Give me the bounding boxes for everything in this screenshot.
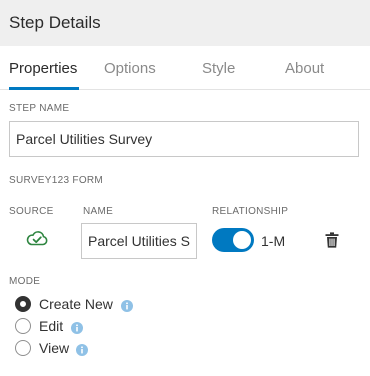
radio-view[interactable] [15,340,31,356]
mode-option-label: Create New [39,296,113,312]
tab-properties[interactable]: Properties [9,60,77,77]
step-name-label: STEP NAME [9,103,70,114]
mode-option-label: View [39,340,70,356]
trash-icon[interactable] [325,232,339,248]
relationship-value: 1-M [261,233,286,249]
survey-form-section-label: SURVEY123 FORM [9,175,104,186]
info-icon[interactable] [76,344,88,356]
tab-style[interactable]: Style [202,60,235,77]
mode-option-view[interactable]: View [15,339,95,357]
tab-about[interactable]: About [285,60,324,77]
survey123-icon [26,231,48,246]
mode-option-create-new[interactable]: Create New [15,295,145,313]
tab-bar: Properties Options Style About [0,46,370,90]
mode-option-edit[interactable]: Edit [15,317,95,335]
relationship-toggle[interactable] [212,228,254,252]
survey-name-input[interactable] [81,223,197,259]
radio-edit[interactable] [15,318,31,334]
mode-label: MODE [9,276,41,287]
source-label: SOURCE [9,206,54,217]
active-tab-indicator [9,87,79,90]
step-name-input[interactable] [9,121,359,157]
panel-header: Step Details [0,0,370,46]
tab-options[interactable]: Options [104,60,156,77]
info-icon[interactable] [121,300,133,312]
panel-title: Step Details [9,13,101,32]
info-icon[interactable] [71,322,83,334]
mode-option-label: Edit [39,318,64,334]
radio-create-new[interactable] [15,296,31,312]
name-label: NAME [83,206,114,217]
toggle-knob [233,231,251,249]
relationship-label: RELATIONSHIP [212,206,289,217]
